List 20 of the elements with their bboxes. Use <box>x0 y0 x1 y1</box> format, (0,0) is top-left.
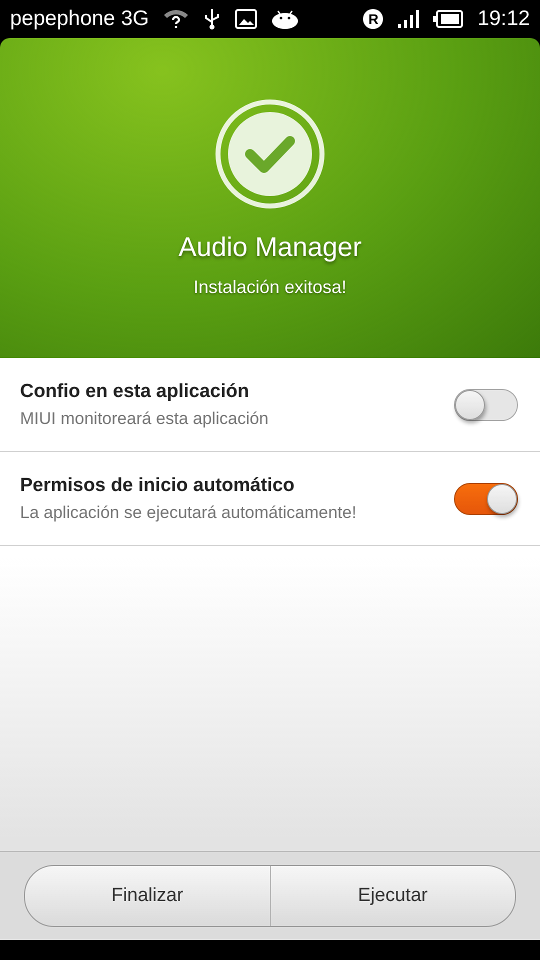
battery-icon <box>433 10 464 28</box>
setting-title: Confio en esta aplicación <box>20 380 250 402</box>
signal-icon <box>397 9 420 29</box>
action-button[interactable]: Ejecutar <box>270 866 515 926</box>
roaming-badge: R <box>363 9 384 29</box>
carrier-name: pepephone 3G <box>10 7 149 31</box>
toggle-switch[interactable] <box>454 388 518 420</box>
usb-icon <box>202 8 221 30</box>
setting-title: Permisos de inicio automático <box>20 474 296 496</box>
clock: 19:12 <box>477 7 530 31</box>
image-icon <box>234 9 257 29</box>
setting-subtitle: MIUI monitoreará esta aplicación <box>20 408 270 428</box>
action-button[interactable]: Finalizar <box>25 866 270 926</box>
toggle-switch[interactable] <box>454 482 518 514</box>
install-message: Instalación exitosa! <box>193 277 347 298</box>
checkmark-icon <box>214 98 326 210</box>
wifi-icon <box>162 9 189 29</box>
android-icon <box>270 8 299 30</box>
setting-subtitle: La aplicación se ejecutará automáticamente! <box>20 502 358 522</box>
app-name: Audio Manager <box>178 232 362 263</box>
